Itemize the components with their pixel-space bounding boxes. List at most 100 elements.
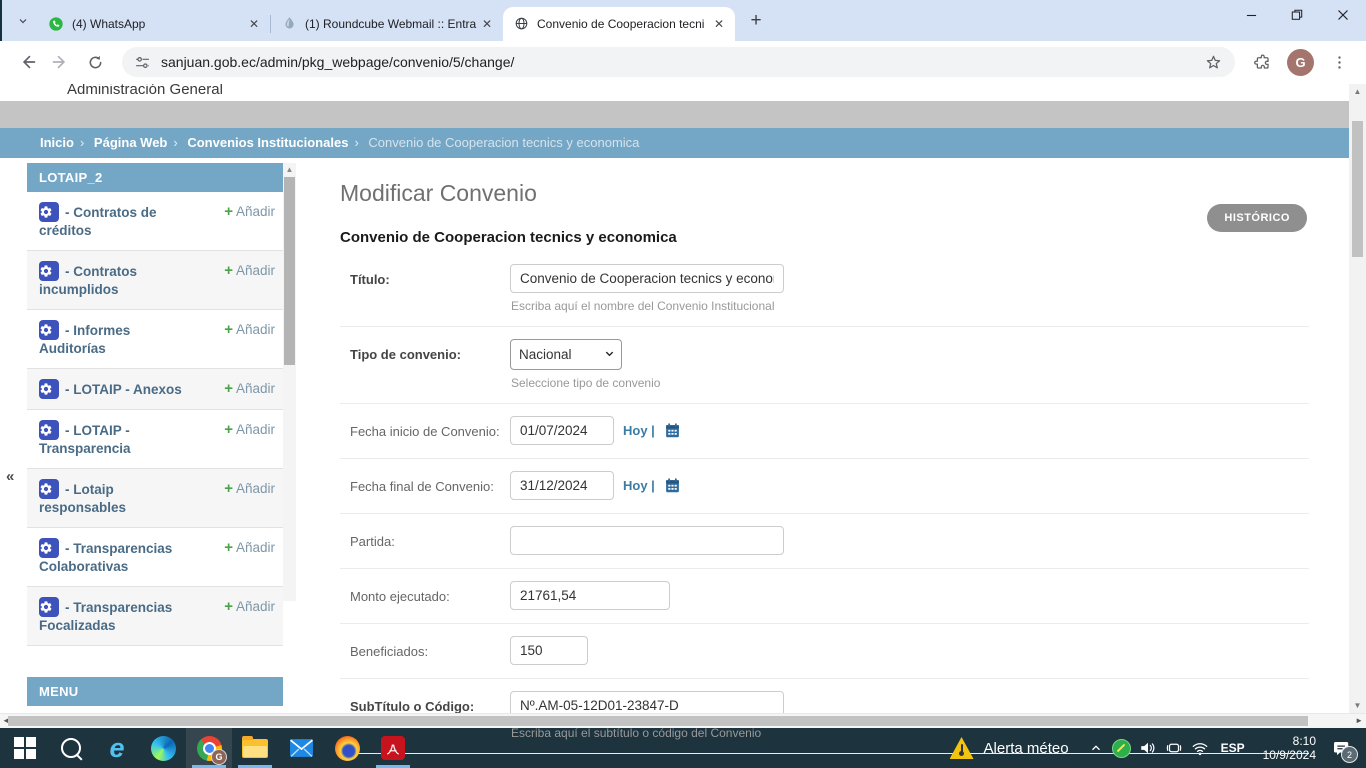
tab-close-icon[interactable]: ✕ [711,16,727,32]
sidebar-item-transparencias-colaborativas[interactable]: - Transparencias Colaborativas +Añadir [27,528,283,587]
close-window-button[interactable] [1320,0,1366,30]
form-row-beneficiados: Beneficiados: [340,624,1309,679]
taskbar-edge-button[interactable] [140,728,186,768]
tipo-help: Seleccione tipo de convenio [511,376,1309,390]
taskbar-chrome-button[interactable]: G [186,728,232,768]
sidebar-section-menu: MENU [27,677,283,706]
sidebar-item-contratos-incumplidos[interactable]: - Contratos incumplidos +Añadir [27,251,283,310]
breadcrumb-pagina-web[interactable]: Página Web [94,135,167,150]
sidebar-scrollbar-thumb[interactable] [284,177,295,365]
sidebar-item-label[interactable]: - LOTAIP - Anexos [65,382,182,397]
tipo-select[interactable]: Nacional [510,339,622,370]
breadcrumb-separator: › [173,135,177,150]
fecha-inicio-input[interactable] [510,416,614,445]
tipo-label: Tipo de convenio: [350,339,510,390]
taskbar-explorer-button[interactable] [232,728,278,768]
site-header-text: Administración General [67,84,1349,98]
sidebar-item-contratos-creditos[interactable]: - Contratos de créditos +Añadir [27,192,283,251]
bookmark-star-icon[interactable] [1204,53,1223,72]
profile-avatar[interactable]: G [1287,49,1314,76]
scroll-right-icon[interactable]: ► [1355,714,1363,728]
form-row-tipo: Tipo de convenio: Nacional Seleccione ti… [340,327,1309,404]
scroll-up-icon[interactable]: ▲ [1349,87,1366,96]
forward-button[interactable] [44,45,78,79]
firefox-icon [335,736,360,761]
taskbar-acrobat-button[interactable] [370,728,416,768]
edge-icon [151,736,176,761]
acrobat-icon [381,736,405,760]
titulo-input[interactable] [510,264,784,293]
add-link[interactable]: +Añadir [224,320,275,338]
url-text[interactable]: sanjuan.gob.ec/admin/pkg_webpage/conveni… [161,54,1204,70]
gear-icon [39,379,59,399]
breadcrumb-convenios[interactable]: Convenios Institucionales [187,135,348,150]
form-row-fecha-final: Fecha final de Convenio: Hoy | [340,459,1309,514]
back-button[interactable] [10,45,44,79]
address-bar[interactable]: sanjuan.gob.ec/admin/pkg_webpage/conveni… [122,47,1235,77]
tab-search-button[interactable] [10,8,36,34]
tab-whatsapp[interactable]: (4) WhatsApp ✕ [38,7,270,41]
fecha-final-input[interactable] [510,471,614,500]
minimize-button[interactable] [1228,0,1274,30]
sidebar-scrollbar[interactable]: ▲ [283,163,296,601]
sidebar-item-paginas[interactable]: - Páginas +Añadir [27,706,283,713]
form-title: Convenio de Cooperacion tecnics y econom… [340,229,1309,246]
calendar-icon[interactable] [664,477,681,494]
partida-input[interactable] [510,526,784,555]
add-link[interactable]: +Añadir [224,479,275,497]
tab-close-icon[interactable]: ✕ [246,16,262,32]
historico-button[interactable]: HISTÓRICO [1207,204,1307,232]
breadcrumb-inicio[interactable]: Inicio [40,135,74,150]
reload-button[interactable] [78,45,112,79]
header-gray-band [0,101,1349,128]
site-settings-icon[interactable] [134,54,151,71]
page-scrollbar-vertical[interactable]: ▲ ▼ [1349,84,1366,713]
add-link[interactable]: +Añadir [224,202,275,220]
plus-icon: + [224,203,233,220]
sidebar-item-transparencias-focalizadas[interactable]: - Transparencias Focalizadas +Añadir [27,587,283,646]
start-button[interactable] [2,728,48,768]
add-link[interactable]: +Añadir [224,597,275,615]
sidebar-item-lotaip-anexos[interactable]: - LOTAIP - Anexos +Añadir [27,369,283,410]
restore-button[interactable] [1274,0,1320,30]
hoy-link[interactable]: Hoy | [623,478,655,493]
gear-icon [39,202,59,222]
beneficiados-input[interactable] [510,636,588,665]
page-scrollbar-horizontal[interactable]: ◄ ► [0,713,1366,728]
tab-title: Convenio de Cooperacion tecni [537,17,711,31]
taskbar-firefox-button[interactable] [324,728,370,768]
taskbar-mail-button[interactable] [278,728,324,768]
form-row-fecha-inicio: Fecha inicio de Convenio: Hoy | [340,404,1309,459]
hscroll-thumb[interactable] [8,716,1308,726]
sidebar-collapse-button[interactable]: « [6,468,14,485]
add-link[interactable]: +Añadir [224,420,275,438]
sidebar-item-informes-auditorias[interactable]: - Informes Auditorías +Añadir [27,310,283,369]
scroll-down-icon[interactable]: ▼ [1349,701,1366,710]
calendar-icon[interactable] [664,422,681,439]
plus-icon: + [224,539,233,556]
notification-center-button[interactable]: 2 [1326,728,1356,768]
tab-convenio-active[interactable]: Convenio de Cooperacion tecni ✕ [503,7,735,41]
partida-label: Partida: [350,526,510,555]
monto-input[interactable] [510,581,670,610]
browser-toolbar: sanjuan.gob.ec/admin/pkg_webpage/conveni… [0,41,1366,85]
scroll-up-icon[interactable]: ▲ [283,165,296,174]
add-link[interactable]: +Añadir [224,538,275,556]
extensions-icon[interactable] [1245,45,1279,79]
add-link[interactable]: +Añadir [224,379,275,397]
taskbar-ie-button[interactable]: e [94,728,140,768]
taskbar-search-button[interactable] [48,728,94,768]
browser-menu-icon[interactable] [1322,45,1356,79]
site-header-strip: Administración General [0,84,1349,101]
window-controls [1228,0,1366,30]
page-scrollbar-thumb[interactable] [1352,121,1363,257]
fecha-final-label: Fecha final de Convenio: [350,471,510,500]
add-link[interactable]: +Añadir [224,261,275,279]
sidebar-item-lotaip-transparencia[interactable]: - LOTAIP - Transparencia +Añadir [27,410,283,469]
sidebar-item-lotaip-responsables[interactable]: - Lotaip responsables +Añadir [27,469,283,528]
tab-roundcube[interactable]: (1) Roundcube Webmail :: Entra ✕ [271,7,503,41]
new-tab-button[interactable]: + [743,8,769,34]
plus-icon: + [224,598,233,615]
tab-close-icon[interactable]: ✕ [479,16,495,32]
hoy-link[interactable]: Hoy | [623,423,655,438]
